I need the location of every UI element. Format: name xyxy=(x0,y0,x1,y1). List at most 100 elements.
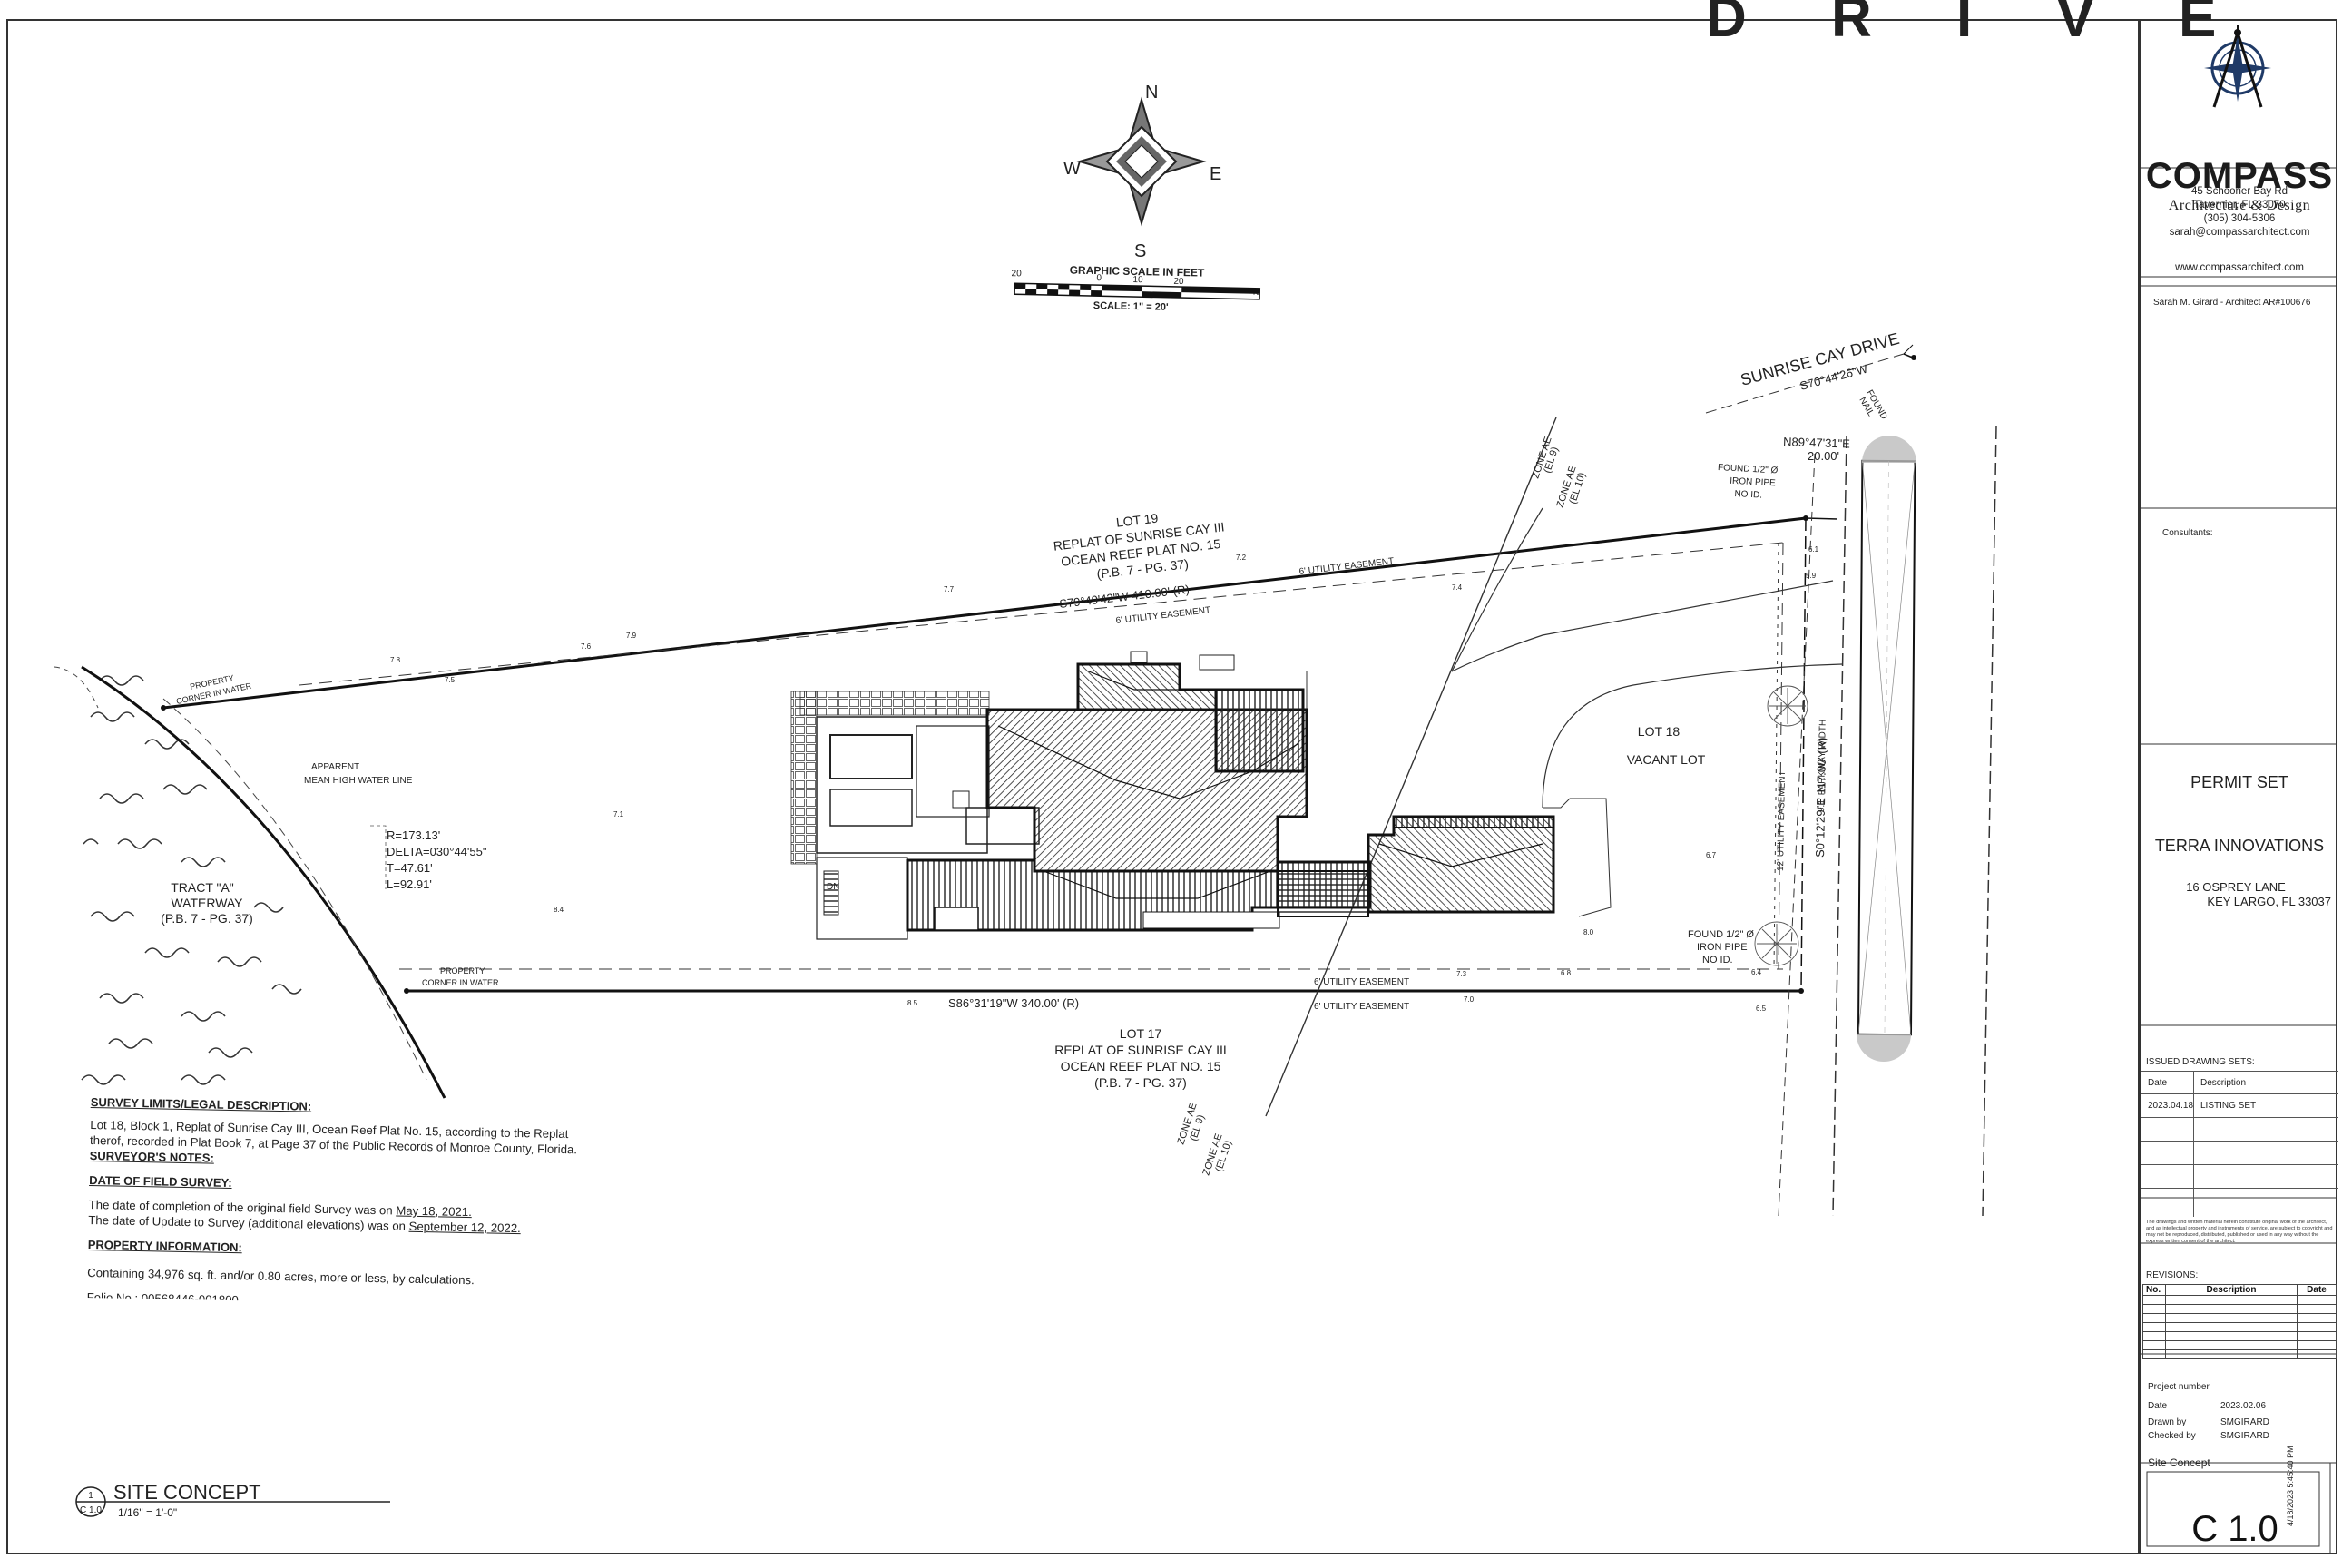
scale-tick-20a: 20 xyxy=(1011,269,1022,279)
rev-col-no: No. xyxy=(2142,1284,2166,1296)
easement-label-east: 12' UTILITY EASEMENT xyxy=(1776,770,1788,871)
found-pipe-se-1: FOUND 1/2" Ø xyxy=(1688,929,1754,940)
south-letter: S xyxy=(1134,241,1146,261)
spot-elev: 7.5 xyxy=(445,676,456,684)
revisions-heading: REVISIONS: xyxy=(2146,1270,2199,1280)
tract-type: WATERWAY xyxy=(171,896,243,910)
date-value: 2023.02.06 xyxy=(2220,1401,2267,1411)
drawn-by-value: SMGIRARD xyxy=(2220,1417,2269,1427)
revisions-table: No. Description Date xyxy=(2142,1284,2337,1359)
spot-elev: 7.7 xyxy=(944,585,955,593)
firm-address: 45 Schooner Bay Rd Tavernier, FL 33070 (… xyxy=(2141,185,2338,240)
consultants-label: Consultants: xyxy=(2162,528,2213,538)
lot19-label: LOT 19 REPLAT OF SUNRISE CAY III OCEAN R… xyxy=(1053,511,1225,582)
south-line-bearing: S86°31'19"W 340.00' (R) xyxy=(948,996,1079,1010)
mhw-label-1: APPARENT xyxy=(311,762,359,772)
found-pipe-ne-2: IRON PIPE xyxy=(1730,476,1776,489)
spot-elev: 6.5 xyxy=(1756,1004,1767,1013)
survey-notes: SURVEY LIMITS/LEGAL DESCRIPTION: Lot 18,… xyxy=(87,1094,599,1308)
spot-elev: 7.8 xyxy=(390,656,401,664)
curve-delta: DELTA=030°44'55" xyxy=(387,845,487,858)
spot-elev: 6.1 xyxy=(1808,545,1819,554)
found-pipe-se-3: NO ID. xyxy=(1702,955,1733,965)
north-line-bearing: S79°49'42"W 410.00' (R) xyxy=(1059,583,1191,611)
address-line: 45 Schooner Bay Rd xyxy=(2190,186,2288,197)
field-survey-heading: DATE OF FIELD SURVEY: xyxy=(89,1172,232,1191)
property-corner-sw-2: CORNER IN WATER xyxy=(422,978,499,987)
project-address: 16 OSPREY LANE KEY LARGO, FL 33037 xyxy=(2141,880,2338,909)
ne-distance: 20.00' xyxy=(1808,449,1839,463)
checked-by-label: Checked by xyxy=(2148,1431,2196,1441)
property-heading: PROPERTY INFORMATION: xyxy=(87,1237,242,1255)
found-pipe-se-2: IRON PIPE xyxy=(1697,942,1748,953)
lot17-line3: OCEAN REEF PLAT NO. 15 xyxy=(1061,1059,1221,1073)
easement-label-south-1: 6' UTILITY EASEMENT xyxy=(1314,977,1409,987)
north-letter: N xyxy=(1145,83,1158,103)
firm-website: www.compassarchitect.com xyxy=(2175,262,2304,273)
easement-label-north-1: 6' UTILITY EASEMENT xyxy=(1115,605,1211,626)
scale-tick-0: 0 xyxy=(1096,273,1102,283)
issued-sets-table: Date Description 2023.04.18 LISTING SET xyxy=(2141,1071,2338,1217)
title-block: COMPASS Architecture & Design 45 Schoone… xyxy=(2139,20,2338,1553)
east-property-line xyxy=(1800,517,1807,992)
issued-col-date: Date xyxy=(2148,1078,2168,1088)
spot-elev: 7.2 xyxy=(1236,554,1247,562)
plot-stamp: 4/18/2023 5:45:40 PM xyxy=(2286,1446,2295,1526)
lot18-name: LOT 18 xyxy=(1638,724,1681,739)
issued-col-description: Description xyxy=(2200,1078,2247,1088)
ne-bearing: N89°47'31"E xyxy=(1783,435,1851,451)
spot-elev: 7.0 xyxy=(1464,995,1475,1004)
phone-line: (305) 304-5306 xyxy=(2203,213,2276,224)
email-line: sarah@compassarchitect.com xyxy=(2169,227,2310,238)
field-date-2: September 12, 2022. xyxy=(408,1219,521,1236)
tract-name: TRACT "A" xyxy=(171,880,234,895)
easement-label-south-2: 6' UTILITY EASEMENT xyxy=(1314,1002,1409,1012)
drawn-by-label: Drawn by xyxy=(2148,1417,2187,1427)
lot17-line1: LOT 17 xyxy=(1120,1026,1162,1041)
site-plan-drawing: D R I V E N E S W GRAPHIC SCALE IN FEET … xyxy=(6,0,2337,1554)
west-letter: W xyxy=(1063,159,1081,179)
set-name: PERMIT SET xyxy=(2190,773,2288,791)
scale-tick-20b: 20 xyxy=(1173,277,1184,287)
found-pipe-ne-1: FOUND 1/2" Ø xyxy=(1718,463,1779,475)
checked-by-value: SMGIRARD xyxy=(2220,1431,2269,1441)
east-letter: E xyxy=(1210,164,1221,184)
sheet-number: C 1.0 xyxy=(2191,1508,2278,1549)
issued-row-date: 2023.04.18 xyxy=(2148,1101,2194,1111)
house-dn-label: DN xyxy=(827,882,839,892)
architect-stamp-label: Sarah M. Girard - Architect AR#100676 xyxy=(2153,298,2311,308)
view-scale: 1/16" = 1'-0" xyxy=(118,1506,177,1519)
spot-elev: 7.9 xyxy=(626,632,637,640)
spot-elev: 6.4 xyxy=(1751,968,1762,976)
tract-plat: (P.B. 7 - PG. 37) xyxy=(161,911,253,926)
date-label: Date xyxy=(2148,1401,2168,1411)
rev-col-description: Description xyxy=(2165,1284,2298,1296)
project-address-line: 16 OSPREY LANE xyxy=(2186,880,2286,894)
curve-tangent: T=47.61' xyxy=(387,861,433,875)
flood-zone-line xyxy=(1265,416,1557,1117)
issued-row-description: LISTING SET xyxy=(2200,1101,2257,1111)
east-line-bearing: S0°12'29"E 117.00' (R) xyxy=(1813,737,1828,858)
spot-elev: 6.7 xyxy=(1706,851,1717,859)
spot-elev: 6.8 xyxy=(1561,969,1572,977)
spot-elev: 7.6 xyxy=(581,642,592,651)
north-arrow xyxy=(1076,96,1207,227)
spot-elev: 8.5 xyxy=(907,999,918,1007)
curve-radius: R=173.13' xyxy=(387,828,440,842)
spot-elev: 7.3 xyxy=(1456,970,1467,978)
north-property-line xyxy=(162,516,1807,710)
lot17-line2: REPLAT OF SUNRISE CAY III xyxy=(1054,1043,1227,1057)
spot-elev: 7.1 xyxy=(613,810,624,818)
spot-elev: 7.4 xyxy=(1452,583,1463,592)
lot18-status: VACANT LOT xyxy=(1627,752,1706,767)
drawing-sheet: D R I V E N E S W GRAPHIC SCALE IN FEET … xyxy=(0,0,2352,1568)
spot-elev: 8.4 xyxy=(554,906,564,914)
road-pavement xyxy=(1857,459,1916,1036)
found-pipe-ne-3: NO ID. xyxy=(1734,489,1762,501)
scale-tick-10: 10 xyxy=(1132,275,1143,285)
copyright-note: The drawings and written material herein… xyxy=(2146,1220,2333,1244)
view-name: SITE CONCEPT xyxy=(113,1481,261,1504)
view-sheet-ref: C 1.0 xyxy=(80,1505,102,1515)
address-line: Tavernier, FL 33070 xyxy=(2193,200,2286,211)
view-number: 1 xyxy=(88,1491,93,1501)
